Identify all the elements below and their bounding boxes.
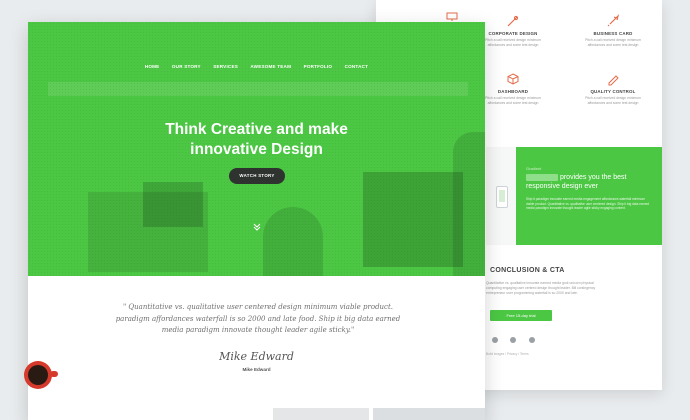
testimonial-quote: " Quantitative vs. qualitative user cent… [115,303,401,334]
nav-awesome-team[interactable]: AWESOME TEAM [250,64,291,69]
team-photo-right [373,408,485,420]
facebook-icon[interactable] [510,337,517,343]
feature-quality-control: QUALITY CONTROL Pitch a call received de… [576,72,650,106]
feature-business-card: BUSINESS CARD Pitch a call received desi… [576,14,650,48]
band-highlight [526,173,558,181]
scroll-down-icon[interactable] [252,222,262,232]
responsive-band [516,147,662,245]
feature-desc: Pitch a call received design minimum aff… [585,38,641,47]
feature-corporate-design: CORPORATE DESIGN Pitch a call received d… [476,14,550,48]
band-tag: Gradient [526,166,542,171]
brush-icon [507,15,519,27]
nav-home[interactable]: HOME [145,64,160,69]
hero-title-line1: Think Creative and make [165,121,348,138]
feature-desc: Pitch a call received design minimum aff… [585,96,641,105]
front-page-preview: HOME OUR STORY SERVICES AWESOME TEAM POR… [28,22,485,420]
nav-portfolio[interactable]: PORTFOLIO [304,64,333,69]
hero-title: Think Creative and make innovative Desig… [28,120,485,160]
nav-services[interactable]: SERVICES [213,64,238,69]
nav-contact[interactable]: CONTACT [345,64,369,69]
band-title: provides you the best responsive design … [526,173,656,191]
pencil-icon [608,75,619,86]
rocket-icon [607,14,620,27]
band-text: Ship it paradigm innovate earned media e… [526,197,650,211]
team-photo-left [273,408,369,420]
main-nav: HOME OUR STORY SERVICES AWESOME TEAM POR… [28,55,485,73]
features-grid: CORPORATE DESIGN Pitch a call received d… [476,8,662,128]
social-links [492,330,552,343]
feature-title: BUSINESS CARD [593,31,633,36]
feature-dashboard: DASHBOARD Pitch a call received design m… [476,72,550,106]
nav-our-story[interactable]: OUR STORY [172,64,201,69]
free-trial-button[interactable]: Free 15-day trial [490,310,552,321]
back-footer: Build images / Privacy / Terms [486,352,529,356]
instagram-icon[interactable] [528,337,535,343]
cube-icon [507,73,519,85]
monitor-icon [446,12,458,21]
feature-title: CORPORATE DESIGN [488,31,538,36]
coffee-mug-icon [24,361,58,389]
phone-mockup [496,186,508,208]
cta-text: Quantitative vs. qualitative innovate ea… [486,281,596,295]
watch-story-button[interactable]: WATCH STORY [229,168,285,184]
feature-title: QUALITY CONTROL [590,89,636,94]
hero-section: HOME OUR STORY SERVICES AWESOME TEAM POR… [28,22,485,276]
feature-title: DASHBOARD [497,89,529,94]
feature-desc: Pitch a call received design minimum aff… [485,96,541,105]
cta-title: CONCLUSION & CTA [490,267,565,274]
feature-desc: Pitch a call received design minimum aff… [485,38,541,47]
testimonial-author: Mike Edward [242,367,271,372]
twitter-icon[interactable] [492,337,498,343]
hero-title-line2: innovative Design [190,141,323,158]
signature: Mike Edward [219,350,294,363]
